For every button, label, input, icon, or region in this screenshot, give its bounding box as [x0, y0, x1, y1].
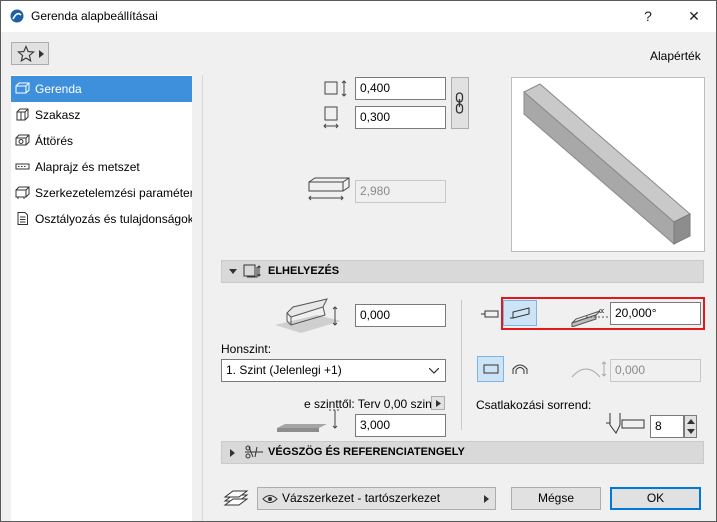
height-dimension-icon [324, 80, 347, 97]
width-dimension-icon [323, 106, 339, 129]
sidebar-item-label: Szakasz [35, 108, 81, 122]
chain-link-icon [455, 92, 464, 114]
beam-3d-preview-image [523, 83, 691, 246]
caret-right-icon [230, 449, 235, 457]
sidebar: Gerenda Szakasz Áttörés Alaprajz és mets… [11, 75, 192, 521]
arrow-up-icon[interactable] [687, 419, 695, 424]
end-cut-section-header[interactable]: VÉGSZÖG ÉS REFERENCIATENGELY [221, 441, 704, 464]
horizontal-beam-option-icon[interactable] [481, 309, 501, 319]
placement-icon [243, 264, 261, 278]
curve-height-icon [571, 361, 607, 378]
caret-right-icon [484, 495, 489, 503]
structural-analysis-icon [15, 186, 30, 199]
junction-order-input[interactable]: 8 [650, 415, 684, 438]
straight-beam-icon [483, 364, 499, 374]
beam-icon [15, 82, 30, 94]
beam-preview [511, 77, 705, 252]
end-cut-icon [245, 445, 263, 459]
junction-order-icon [606, 413, 645, 434]
cancel-button[interactable]: Mégse [511, 487, 601, 510]
home-story-label: Honszint: [221, 342, 272, 356]
reference-offset-input[interactable]: 0,000 [355, 304, 446, 327]
layer-selector-button[interactable]: Vázszerkezet - tartószerkezet [257, 487, 496, 510]
beam-length-input: 2,980 [355, 180, 446, 203]
home-story-select[interactable]: 1. Szint (Jelenlegi +1) [221, 359, 446, 382]
help-button[interactable]: ? [636, 5, 660, 27]
length-dimension-icon [308, 177, 350, 201]
caret-right-icon [39, 50, 44, 58]
story-offset-menu-button[interactable] [431, 396, 445, 410]
layer-name: Vázszerkezet - tartószerkezet [282, 491, 441, 505]
sidebar-item-segment[interactable]: Szakasz [11, 102, 192, 128]
link-toggle-button[interactable] [451, 77, 469, 129]
arrow-down-icon[interactable] [687, 429, 695, 434]
end-cut-section-title: VÉGSZÖG ÉS REFERENCIATENGELY [268, 446, 465, 458]
ok-button[interactable]: OK [610, 487, 701, 510]
sidebar-item-hole[interactable]: Áttörés [11, 128, 192, 154]
layers-icon [223, 490, 249, 506]
slant-angle-highlight [501, 297, 705, 330]
curve-height-input: 0,000 [610, 359, 701, 382]
sidebar-item-label: Alaprajz és metszet [35, 160, 140, 174]
sidebar-item-label: Osztályozás és tulajdonságok [35, 212, 192, 226]
preset-label: Alapérték [650, 49, 701, 63]
document-icon [17, 212, 28, 225]
curved-beam-option-icon[interactable] [511, 361, 529, 375]
home-story-value: 1. Szint (Jelenlegi +1) [226, 363, 342, 377]
placement-section-header[interactable]: ELHELYEZÉS [221, 260, 704, 283]
floor-plan-icon [15, 163, 30, 170]
star-icon [17, 45, 35, 63]
placement-column-divider [461, 300, 462, 430]
sidebar-divider [202, 75, 203, 521]
story-offset-icon [277, 409, 341, 432]
beam-height-input[interactable]: 0,400 [355, 77, 446, 100]
beam-width-input[interactable]: 0,300 [355, 106, 446, 129]
sidebar-item-structural-analysis[interactable]: Szerkezetelemzési paraméter... [11, 180, 192, 206]
window-title: Gerenda alapbeállításai [31, 9, 158, 23]
sidebar-item-beam[interactable]: Gerenda [11, 76, 192, 102]
chevron-down-icon [429, 368, 439, 374]
sidebar-item-floor-plan-section[interactable]: Alaprajz és metszet [11, 154, 192, 180]
junction-order-label: Csatlakozási sorrend: [476, 398, 592, 412]
placement-section-title: ELHELYEZÉS [268, 265, 340, 277]
sidebar-item-label: Gerenda [35, 82, 82, 96]
close-button[interactable]: ✕ [682, 5, 706, 27]
sidebar-item-label: Áttörés [35, 134, 74, 148]
segment-icon [16, 108, 29, 121]
junction-order-stepper[interactable] [684, 415, 697, 438]
story-offset-input[interactable]: 3,000 [355, 414, 446, 437]
chevron-down-icon [229, 269, 237, 274]
caret-right-icon [436, 400, 441, 407]
sidebar-item-classification[interactable]: Osztályozás és tulajdonságok [11, 206, 192, 232]
hole-icon [15, 134, 30, 146]
straight-beam-option-button[interactable] [477, 356, 504, 382]
eye-icon [262, 495, 278, 503]
reference-offset-icon [275, 298, 341, 333]
app-logo-icon [10, 9, 24, 23]
favorites-button[interactable] [11, 42, 49, 65]
sidebar-item-label: Szerkezetelemzési paraméter... [35, 186, 192, 200]
